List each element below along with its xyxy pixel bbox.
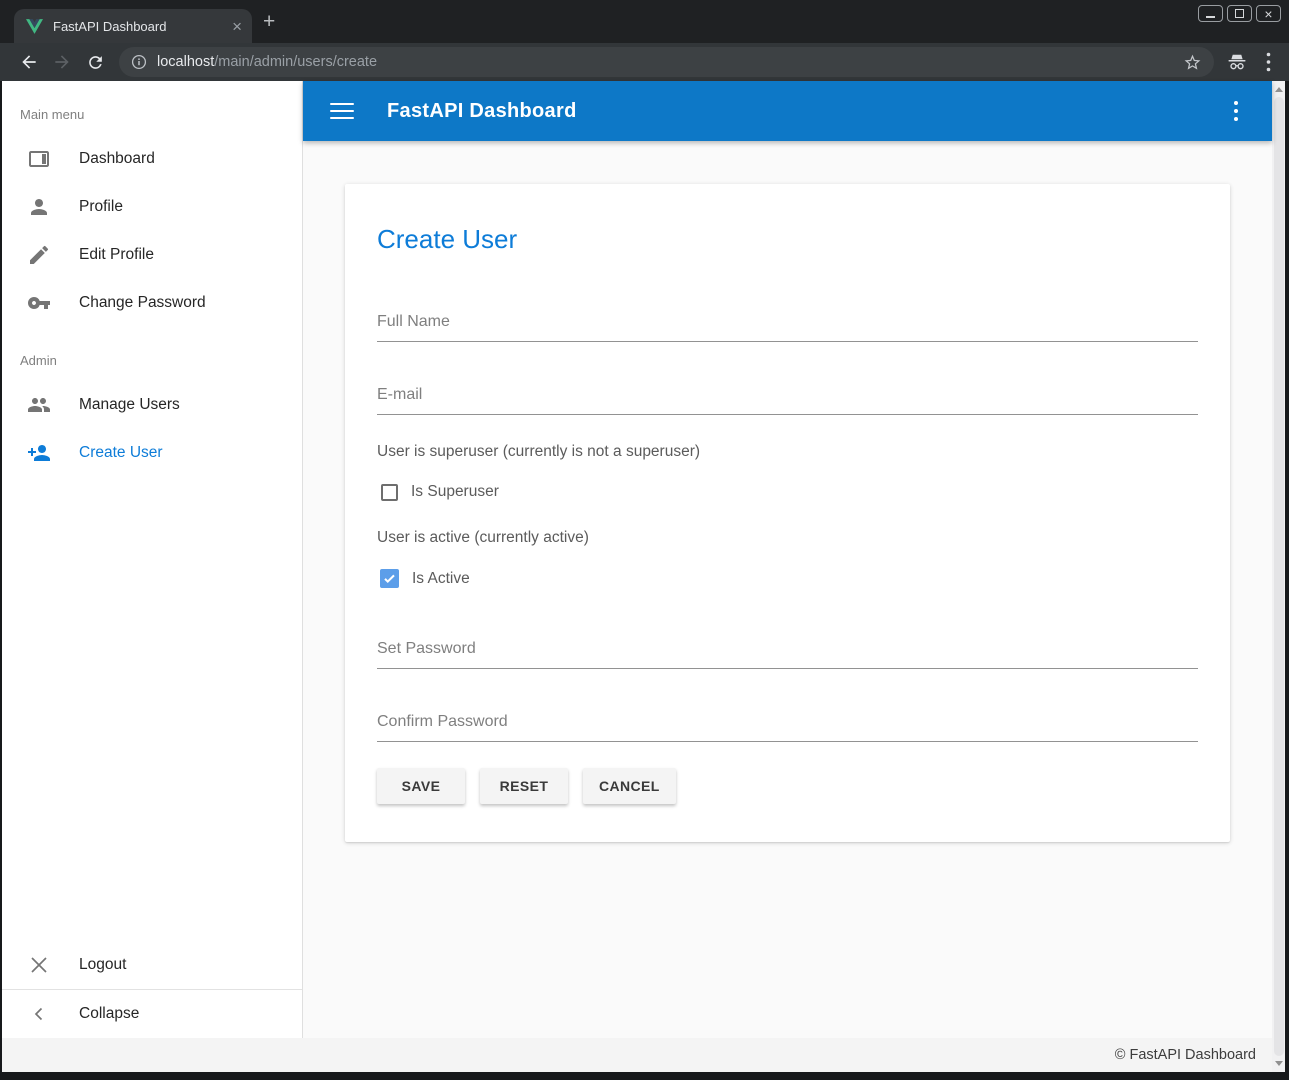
window-minimize-button[interactable]: [1198, 5, 1223, 22]
browser-tab[interactable]: FastAPI Dashboard ×: [14, 9, 252, 43]
browser-window: FastAPI Dashboard × + ×: [0, 0, 1289, 1080]
active-status-text: User is active (currently active): [377, 529, 1198, 547]
reload-button[interactable]: [80, 53, 110, 72]
browser-menu-kebab-icon[interactable]: [1266, 52, 1271, 72]
sidebar-nav-main: Dashboard Profile Edit Pro: [2, 135, 302, 327]
vue-logo-icon: [26, 19, 43, 34]
url-text[interactable]: localhost/main/admin/users/create: [157, 54, 1183, 70]
reset-button[interactable]: RESET: [480, 768, 568, 804]
scrollbar-thumb[interactable]: [1274, 97, 1284, 1056]
scrollbar-down-arrow[interactable]: [1275, 1061, 1283, 1066]
sidebar-item-label: Dashboard: [79, 150, 155, 168]
sidebar-item-label: Collapse: [79, 1005, 139, 1023]
sidebar-item-label: Edit Profile: [79, 246, 154, 264]
sidebar-item-edit-profile[interactable]: Edit Profile: [2, 231, 302, 279]
confirm-password-field[interactable]: [377, 709, 1198, 742]
superuser-status-text: User is superuser (currently is not a su…: [377, 443, 1198, 461]
app-bar: FastAPI Dashboard: [303, 81, 1272, 141]
sidebar-item-manage-users[interactable]: Manage Users: [2, 381, 302, 429]
sidebar-item-change-password[interactable]: Change Password: [2, 279, 302, 327]
save-button[interactable]: SAVE: [377, 768, 465, 804]
app-title: FastAPI Dashboard: [387, 100, 577, 123]
checkbox-label: Is Superuser: [411, 483, 499, 501]
copyright-text: © FastAPI Dashboard: [1115, 1047, 1256, 1063]
sidebar-item-label: Logout: [79, 956, 126, 974]
cancel-button[interactable]: CANCEL: [583, 768, 676, 804]
window-close-button[interactable]: ×: [1256, 5, 1281, 22]
is-active-checkbox-row[interactable]: Is Active: [377, 569, 1198, 588]
new-tab-button[interactable]: +: [263, 10, 275, 34]
sidebar-item-logout[interactable]: Logout: [2, 941, 302, 989]
person-icon: [27, 195, 51, 219]
toolbar-right: [1226, 52, 1279, 72]
checkmark-icon: [382, 571, 397, 586]
sidebar-item-create-user[interactable]: Create User: [2, 429, 302, 477]
sidebar-section-main-menu: Main menu: [2, 81, 302, 122]
full-name-field[interactable]: [377, 309, 1198, 342]
key-icon: [27, 291, 51, 315]
chevron-left-icon: [27, 1002, 51, 1026]
close-icon: [27, 953, 51, 977]
back-button[interactable]: [14, 52, 44, 72]
checkbox-label: Is Active: [412, 570, 470, 588]
email-field[interactable]: [377, 382, 1198, 415]
group-icon: [27, 393, 51, 417]
sidebar-section-admin: Admin: [2, 327, 302, 368]
dashboard-icon: [27, 147, 51, 171]
form-actions: SAVE RESET CANCEL: [377, 768, 1198, 804]
main-area: FastAPI Dashboard Create User User is su…: [303, 81, 1272, 1038]
scrollbar[interactable]: [1272, 81, 1285, 1072]
set-password-field[interactable]: [377, 636, 1198, 669]
page-content: Create User User is superuser (currently…: [303, 141, 1272, 1038]
browser-titlebar: FastAPI Dashboard × + ×: [0, 0, 1289, 43]
forward-button[interactable]: [47, 52, 77, 72]
is-superuser-checkbox[interactable]: [381, 484, 398, 501]
page-title: Create User: [377, 224, 1198, 255]
page-viewport: Main menu Dashboard Profile: [2, 81, 1285, 1072]
sidebar-item-profile[interactable]: Profile: [2, 183, 302, 231]
is-superuser-checkbox-row[interactable]: Is Superuser: [377, 483, 1198, 501]
tab-close-icon[interactable]: ×: [232, 18, 242, 35]
hamburger-menu-icon[interactable]: [330, 103, 354, 120]
sidebar-item-collapse[interactable]: Collapse: [2, 990, 302, 1038]
sidebar-nav-admin: Manage Users Create User: [2, 381, 302, 477]
sidebar-item-label: Change Password: [79, 294, 206, 312]
sidebar-item-label: Manage Users: [79, 396, 180, 414]
sidebar-item-label: Create User: [79, 444, 163, 462]
bookmark-star-icon[interactable]: [1183, 53, 1202, 72]
sidebar-item-dashboard[interactable]: Dashboard: [2, 135, 302, 183]
scrollbar-up-arrow[interactable]: [1275, 87, 1283, 92]
incognito-icon: [1226, 52, 1248, 72]
url-path: /main/admin/users/create: [214, 54, 377, 70]
address-bar[interactable]: localhost/main/admin/users/create: [119, 47, 1214, 77]
is-active-checkbox[interactable]: [380, 569, 399, 588]
create-user-card: Create User User is superuser (currently…: [345, 184, 1230, 842]
pencil-icon: [27, 243, 51, 267]
sidebar-item-label: Profile: [79, 198, 123, 216]
window-controls: ×: [1198, 5, 1281, 22]
app-menu-kebab-icon[interactable]: [1234, 101, 1239, 122]
person-add-icon: [27, 441, 51, 465]
url-host: localhost: [157, 54, 214, 70]
sidebar: Main menu Dashboard Profile: [2, 81, 303, 1038]
tab-title: FastAPI Dashboard: [53, 19, 232, 34]
browser-toolbar: localhost/main/admin/users/create: [0, 43, 1289, 81]
site-info-icon[interactable]: [131, 54, 147, 70]
window-maximize-button[interactable]: [1227, 5, 1252, 22]
app-footer: © FastAPI Dashboard: [2, 1038, 1272, 1072]
